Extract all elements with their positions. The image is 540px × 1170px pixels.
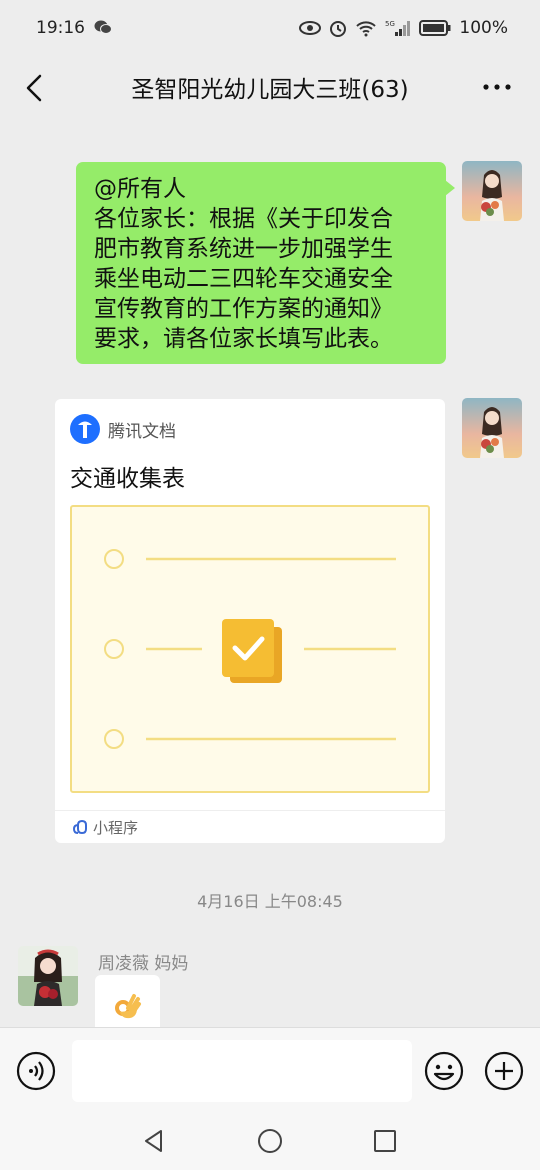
form-preview-image [70, 505, 430, 793]
clock-text: 19:16 [36, 18, 85, 38]
status-icons: 5G 100% [299, 18, 508, 38]
wechat-notification-icon [94, 20, 113, 34]
chat-input-bar [0, 1027, 540, 1118]
nav-home-circle-icon[interactable] [257, 1128, 283, 1154]
voice-button[interactable] [16, 1051, 56, 1091]
tencent-docs-icon [70, 414, 100, 444]
message-timestamp: 4月16日 上午08:45 [197, 892, 343, 911]
avatar-illustration [462, 398, 522, 458]
plus-icon [484, 1051, 524, 1091]
more-dots-icon [483, 84, 511, 90]
more-functions-button[interactable] [484, 1051, 524, 1091]
eye-icon [299, 21, 322, 35]
voice-icon [16, 1051, 56, 1091]
card-footer: 小程序 [55, 810, 445, 843]
form-checklist-illustration [104, 549, 396, 749]
system-navigation-bar [0, 1117, 540, 1170]
message-input[interactable] [72, 1040, 412, 1102]
incoming-emoji-bubble[interactable] [95, 975, 160, 1030]
nav-back-triangle-icon[interactable] [141, 1128, 167, 1154]
avatar-illustration [462, 161, 522, 221]
sender-name: 周凌薇 妈妈 [98, 954, 189, 974]
svg-text:5G: 5G [385, 20, 395, 28]
chevron-left-icon [26, 74, 42, 102]
battery-icon [419, 20, 451, 36]
mini-program-card[interactable]: 腾讯文档 交通收集表 小程序 [55, 399, 445, 843]
card-source-label: 腾讯文档 [108, 421, 176, 442]
status-bar: 19:16 5G 100% [0, 0, 540, 60]
back-button[interactable] [20, 70, 50, 106]
alarm-icon [330, 21, 347, 37]
card-source: 腾讯文档 [70, 414, 176, 444]
bubble-tail [445, 180, 455, 196]
message-line: 要求，请各位家长填写此表。 [94, 326, 393, 352]
sender-avatar[interactable] [18, 946, 78, 1006]
message-line: 肥市教育系统进一步加强学生 [94, 236, 393, 262]
signal-icon: 5G [385, 20, 411, 36]
smiley-icon [424, 1051, 464, 1091]
status-time: 19:16 [36, 18, 113, 38]
message-line: @所有人 [94, 176, 186, 202]
outgoing-text-bubble[interactable]: @所有人 各位家长：根据《关于印发合 肥市教育系统进一步加强学生 乘坐电动二三四… [76, 162, 455, 364]
avatar-photo [18, 946, 78, 1006]
message-line: 宣传教育的工作方案的通知》 [94, 296, 393, 322]
mini-program-icon [73, 819, 87, 835]
card-footer-label: 小程序 [93, 819, 139, 837]
battery-percent: 100% [459, 18, 508, 38]
emoji-button[interactable] [424, 1051, 464, 1091]
message-line: 各位家长：根据《关于印发合 [94, 206, 393, 232]
chat-title: 圣智阳光幼儿园大三班(63) [131, 77, 409, 103]
card-title: 交通收集表 [70, 466, 185, 492]
my-avatar[interactable] [462, 398, 522, 458]
more-button[interactable] [480, 72, 514, 102]
message-line: 乘坐电动二三四轮车交通安全 [94, 266, 393, 292]
chat-header: 圣智阳光幼儿园大三班(63) [0, 60, 540, 116]
my-avatar[interactable] [462, 161, 522, 221]
wifi-icon [356, 21, 377, 37]
ok-hand-emoji-icon [115, 994, 141, 1019]
nav-recents-square-icon[interactable] [372, 1128, 398, 1154]
